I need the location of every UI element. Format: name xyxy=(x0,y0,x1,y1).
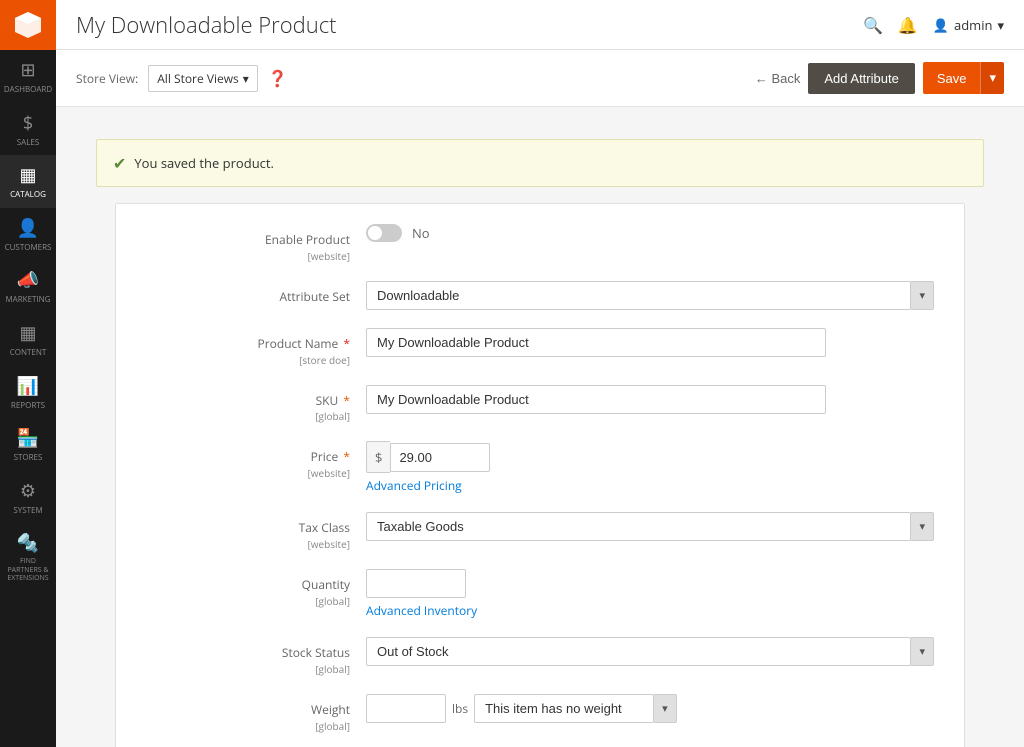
content-icon: ▦ xyxy=(19,321,36,345)
sidebar-item-system[interactable]: ⚙ System xyxy=(0,471,56,524)
price-optional: * xyxy=(343,448,350,465)
username: admin xyxy=(954,16,992,34)
tax-class-row: Tax Class [website] Taxable Goods ▾ xyxy=(146,512,934,551)
header-right: 🔍 🔔 👤 admin ▾ xyxy=(863,14,1004,36)
sidebar-item-dashboard[interactable]: ⊞ Dashboard xyxy=(0,50,56,103)
enable-product-value: No xyxy=(412,224,430,242)
help-icon[interactable]: ❓ xyxy=(268,67,288,89)
weight-input-row: lbs This item has no weight ▾ xyxy=(366,694,934,723)
reports-icon: 📊 xyxy=(17,374,39,398)
catalog-icon: ▦ xyxy=(19,163,36,187)
enable-product-row: Enable Product [website] No xyxy=(146,224,934,263)
tax-class-dropdown-icon: ▾ xyxy=(911,512,934,541)
user-menu[interactable]: 👤 admin ▾ xyxy=(933,16,1004,34)
weight-option-dropdown-icon: ▾ xyxy=(654,694,677,723)
back-button[interactable]: ← Back xyxy=(755,71,801,86)
attribute-set-dropdown-icon: ▾ xyxy=(911,281,934,310)
enable-product-toggle[interactable] xyxy=(366,224,402,242)
quantity-label: Quantity [global] xyxy=(146,576,350,608)
add-attribute-button[interactable]: Add Attribute xyxy=(808,63,914,94)
form-area: ✔ You saved the product. Enable Product … xyxy=(56,107,1024,747)
save-button[interactable]: Save xyxy=(923,62,981,94)
action-bar: Store View: All Store Views ▾ ❓ ← Back A… xyxy=(56,50,1024,107)
stores-icon: 🏪 xyxy=(17,426,39,450)
form-card: Enable Product [website] No Attribute Se… xyxy=(115,203,965,747)
attribute-set-label: Attribute Set xyxy=(279,288,350,305)
store-view-select[interactable]: All Store Views ▾ xyxy=(148,65,258,92)
tax-class-select-wrap: Taxable Goods ▾ xyxy=(366,512,934,541)
partners-icon: 🔩 xyxy=(17,531,39,555)
sidebar: ⊞ Dashboard $ Sales ▦ Catalog 👤 Customer… xyxy=(0,0,56,747)
store-view-value: All Store Views xyxy=(157,70,239,87)
sales-icon: $ xyxy=(23,111,33,135)
marketing-icon: 📣 xyxy=(17,268,39,292)
sidebar-item-reports[interactable]: 📊 Reports xyxy=(0,366,56,419)
sku-row: SKU * [global] xyxy=(146,385,934,424)
advanced-inventory-link[interactable]: Advanced Inventory xyxy=(366,602,934,619)
stock-status-select[interactable]: Out of Stock xyxy=(366,637,911,666)
success-icon: ✔ xyxy=(113,152,126,174)
stock-status-select-wrap: Out of Stock ▾ xyxy=(366,637,934,666)
user-dropdown-icon: ▾ xyxy=(997,16,1004,34)
attribute-set-row: Attribute Set Downloadable ▾ xyxy=(146,281,934,310)
price-input-wrap: $ xyxy=(366,441,934,473)
success-text: You saved the product. xyxy=(134,154,274,172)
top-header: My Downloadable Product 🔍 🔔 👤 admin ▾ xyxy=(56,0,1024,50)
save-button-group: Save ▾ xyxy=(923,62,1004,94)
attribute-set-select-wrap: Downloadable ▾ xyxy=(366,281,934,310)
weight-input[interactable] xyxy=(366,694,446,723)
tax-class-label: Tax Class [website] xyxy=(146,519,350,551)
price-row: Price * [website] $ Advanced Pricing xyxy=(146,441,934,494)
quantity-row: Quantity [global] Advanced Inventory xyxy=(146,569,934,619)
sidebar-item-stores[interactable]: 🏪 Stores xyxy=(0,418,56,471)
advanced-pricing-link[interactable]: Advanced Pricing xyxy=(366,477,934,494)
sku-optional: * xyxy=(343,392,350,409)
product-name-row: Product Name * [store doe] xyxy=(146,328,934,367)
search-icon[interactable]: 🔍 xyxy=(863,14,883,36)
sidebar-item-catalog[interactable]: ▦ Catalog xyxy=(0,155,56,208)
stock-status-row: Stock Status [global] Out of Stock ▾ xyxy=(146,637,934,676)
price-input[interactable] xyxy=(390,443,490,472)
customers-icon: 👤 xyxy=(17,216,39,240)
enable-product-toggle-wrap: No xyxy=(366,224,934,242)
save-dropdown-button[interactable]: ▾ xyxy=(980,62,1004,94)
weight-option-select[interactable]: This item has no weight xyxy=(474,694,654,723)
weight-unit: lbs xyxy=(452,700,468,717)
user-icon: 👤 xyxy=(933,16,949,34)
dashboard-icon: ⊞ xyxy=(20,58,35,82)
logo[interactable] xyxy=(0,0,56,50)
sidebar-item-customers[interactable]: 👤 Customers xyxy=(0,208,56,261)
stock-status-dropdown-icon: ▾ xyxy=(911,637,934,666)
weight-row: Weight [global] lbs This item has no wei… xyxy=(146,694,934,733)
tax-class-select[interactable]: Taxable Goods xyxy=(366,512,911,541)
stock-status-label: Stock Status [global] xyxy=(146,644,350,676)
quantity-input[interactable] xyxy=(366,569,466,598)
store-view-section: Store View: All Store Views ▾ ❓ xyxy=(76,65,288,92)
enable-product-label: Enable Product [website] xyxy=(146,231,350,263)
attribute-set-select[interactable]: Downloadable xyxy=(366,281,911,310)
success-message: ✔ You saved the product. xyxy=(96,139,984,187)
product-name-input[interactable] xyxy=(366,328,826,357)
main-content: My Downloadable Product 🔍 🔔 👤 admin ▾ St… xyxy=(56,0,1024,747)
sidebar-item-marketing[interactable]: 📣 Marketing xyxy=(0,260,56,313)
product-name-required: * xyxy=(343,335,350,352)
store-view-dropdown-icon: ▾ xyxy=(243,70,249,87)
notifications-icon[interactable]: 🔔 xyxy=(898,14,918,36)
price-symbol: $ xyxy=(366,441,390,473)
store-view-label: Store View: xyxy=(76,70,138,87)
sidebar-item-sales[interactable]: $ Sales xyxy=(0,103,56,156)
page-title: My Downloadable Product xyxy=(76,10,337,40)
sidebar-item-content[interactable]: ▦ Content xyxy=(0,313,56,366)
weight-no-weight-wrap: This item has no weight ▾ xyxy=(474,694,677,723)
sku-input[interactable] xyxy=(366,385,826,414)
price-label: Price * [website] xyxy=(146,448,350,480)
system-icon: ⚙ xyxy=(20,479,36,503)
product-name-label: Product Name * [store doe] xyxy=(146,335,350,367)
weight-label: Weight [global] xyxy=(146,701,350,733)
sku-label: SKU * [global] xyxy=(146,392,350,424)
action-buttons: ← Back Add Attribute Save ▾ xyxy=(755,62,1004,94)
sidebar-item-partners[interactable]: 🔩 Find Partners & Extensions xyxy=(0,523,56,591)
